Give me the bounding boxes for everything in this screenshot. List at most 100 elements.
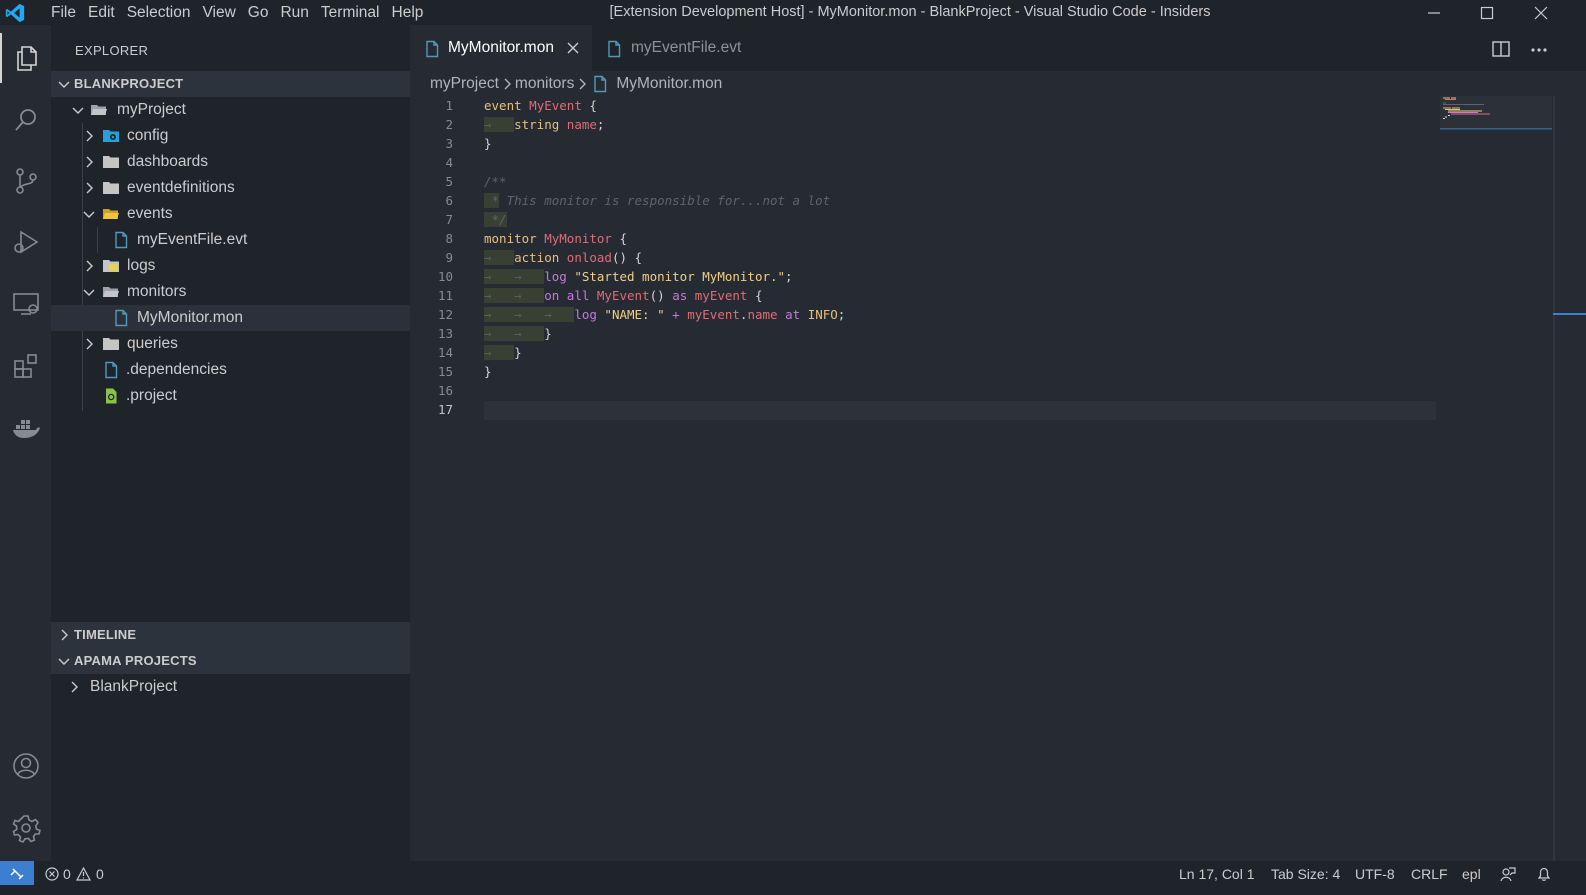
extensions-activity[interactable]	[0, 341, 51, 391]
tab-size[interactable]: Tab Size: 4	[1271, 861, 1340, 887]
encoding[interactable]: UTF-8	[1355, 861, 1395, 887]
folder-logs-icon	[103, 260, 119, 272]
tab-label: MyMonitor.mon	[448, 39, 554, 56]
chevron-down-icon	[58, 81, 70, 88]
search-icon	[14, 109, 36, 131]
feedback-icon[interactable]	[1500, 866, 1516, 882]
accounts-activity[interactable]	[0, 741, 51, 791]
tree-item-project-file[interactable]: .project	[51, 383, 410, 409]
error-count[interactable]: 0	[63, 861, 71, 887]
apama-section-header[interactable]: APAMA PROJECTS	[51, 648, 410, 674]
tree-item-logs[interactable]: logs	[51, 253, 410, 279]
vscode-logo-icon	[5, 3, 25, 23]
code-line: 17	[437, 402, 453, 417]
tree-item-dashboards[interactable]: dashboards	[51, 149, 410, 175]
menu-bar: File Edit Selection View Go Run Terminal…	[45, 0, 429, 25]
menu-terminal[interactable]: Terminal	[315, 0, 386, 25]
close-tab-icon[interactable]	[567, 42, 579, 54]
code-line: 12 → → → log "NAME: " + myEvent.name at I…	[437, 307, 846, 322]
tree-item-label: MyMonitor.mon	[137, 309, 243, 326]
remote-icon	[10, 868, 24, 880]
menu-edit[interactable]: Edit	[82, 0, 121, 25]
maximize-icon	[1480, 6, 1494, 19]
chevron-down-icon	[58, 658, 70, 665]
account-icon	[12, 753, 39, 779]
code-line: 1 event MyEvent {	[445, 98, 597, 113]
apama-project-item[interactable]: BlankProject	[51, 674, 410, 700]
menu-file[interactable]: File	[45, 0, 82, 25]
menu-selection[interactable]: Selection	[121, 0, 197, 25]
tab-myeventfile[interactable]: myEventFile.evt	[592, 25, 762, 71]
breadcrumb-item[interactable]: monitors	[515, 75, 574, 93]
files-icon	[16, 46, 37, 71]
workspace-name: BLANKPROJECT	[74, 76, 184, 91]
tree-item-label: logs	[127, 257, 156, 274]
minimize-button[interactable]	[1411, 0, 1457, 25]
maximize-button[interactable]	[1464, 0, 1510, 25]
breadcrumb-item[interactable]: myProject	[430, 75, 499, 93]
code-line: 3}	[445, 136, 492, 151]
tree-item-label: config	[127, 127, 169, 144]
remote-indicator[interactable]	[0, 861, 34, 885]
run-debug-activity[interactable]	[0, 217, 51, 267]
warning-count[interactable]: 0	[96, 861, 104, 887]
tree-item-mymonitor[interactable]: MyMonitor.mon	[51, 305, 410, 331]
explorer-activity[interactable]	[0, 33, 51, 83]
menu-help[interactable]: Help	[386, 0, 430, 25]
tab-label: myEventFile.evt	[631, 39, 742, 56]
tree-item-monitors[interactable]: monitors	[51, 279, 410, 305]
folder-icon	[103, 182, 119, 194]
warning-icon[interactable]	[76, 867, 91, 881]
tab-mymonitor[interactable]: MyMonitor.mon	[410, 25, 592, 71]
folder-open-icon	[103, 287, 119, 297]
timeline-label: TIMELINE	[74, 627, 137, 642]
breadcrumb-item[interactable]: MyMonitor.mon	[616, 75, 722, 93]
search-activity[interactable]	[0, 95, 51, 145]
file-icon	[594, 75, 607, 93]
code-line: 14 → }	[437, 345, 522, 360]
language-mode[interactable]: epl	[1462, 861, 1481, 887]
remote-explorer-activity[interactable]	[0, 279, 51, 329]
tree-item-queries[interactable]: queries	[51, 331, 410, 357]
code-line: 13 → → }	[437, 326, 552, 341]
tree-item-events[interactable]: events	[51, 201, 410, 227]
tree-item-myproject[interactable]: myProject	[51, 97, 410, 123]
bell-icon[interactable]	[1537, 866, 1551, 882]
cursor-position[interactable]: Ln 17, Col 1	[1179, 861, 1255, 887]
manage-activity[interactable]	[0, 803, 51, 853]
chevron-right-icon	[86, 338, 93, 350]
status-bar: 0 0 Ln 17, Col 1 Tab Size: 4 UTF-8 CRLF …	[0, 861, 1586, 895]
tree-item-myeventfile[interactable]: myEventFile.evt	[51, 227, 410, 253]
chevron-right-icon	[86, 260, 93, 272]
chevron-down-icon	[83, 211, 95, 218]
chevron-right-icon	[86, 130, 93, 142]
tree-item-dependencies[interactable]: .dependencies	[51, 357, 410, 383]
menu-run[interactable]: Run	[274, 0, 314, 25]
error-icon[interactable]	[45, 867, 59, 881]
run-debug-icon	[13, 230, 39, 254]
code-line: 11 → → on all MyEvent() as myEvent {	[437, 288, 763, 303]
timeline-section-header[interactable]: TIMELINE	[51, 622, 410, 648]
sidebar-title: EXPLORER	[75, 43, 149, 58]
folder-icon	[103, 338, 119, 350]
split-editor-icon[interactable]	[1492, 41, 1510, 57]
close-window-button[interactable]	[1518, 0, 1564, 25]
tree-item-label: myProject	[117, 101, 186, 118]
tree-item-eventdefinitions[interactable]: eventdefinitions	[51, 175, 410, 201]
docker-activity[interactable]	[0, 403, 51, 453]
window-title: [Extension Development Host] - MyMonitor…	[609, 4, 1211, 20]
source-control-activity[interactable]	[0, 156, 51, 206]
menu-view[interactable]: View	[196, 0, 241, 25]
workspace-section-header[interactable]: BLANKPROJECT	[51, 71, 410, 97]
line-ending[interactable]: CRLF	[1411, 861, 1448, 887]
activity-bar	[0, 25, 51, 861]
chevron-down-icon	[83, 289, 95, 296]
file-icon	[426, 40, 439, 58]
minimap[interactable]	[1440, 96, 1552, 136]
more-actions-icon[interactable]	[1530, 47, 1548, 53]
tree-item-config[interactable]: config	[51, 123, 410, 149]
vertical-scrollbar[interactable]	[1553, 96, 1555, 861]
menu-go[interactable]: Go	[242, 0, 275, 25]
tree-item-label: events	[127, 205, 173, 222]
file-icon	[115, 309, 128, 327]
